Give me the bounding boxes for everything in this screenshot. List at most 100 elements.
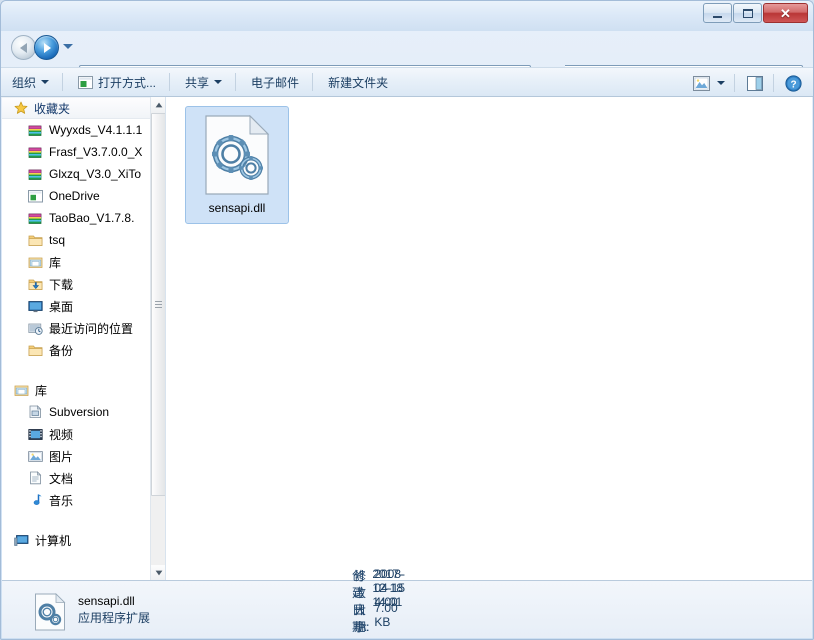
sidebar-item-glxzq[interactable]: Glxzq_V3.0_XiTo bbox=[2, 163, 152, 185]
toolbar-separator bbox=[312, 73, 313, 91]
chevron-down-icon bbox=[717, 81, 725, 85]
archive-icon bbox=[28, 123, 43, 137]
pictures-icon bbox=[28, 450, 43, 463]
computer-icon bbox=[14, 534, 29, 547]
file-name-label: sensapi.dll bbox=[209, 201, 266, 215]
sidebar-item-label: Wyyxds_V4.1.1.1 bbox=[49, 123, 142, 137]
help-button[interactable]: ? bbox=[780, 71, 807, 95]
window-controls: ✕ bbox=[702, 3, 808, 23]
email-button[interactable]: 电子邮件 bbox=[242, 70, 308, 94]
library-icon bbox=[28, 256, 43, 269]
view-options-button[interactable] bbox=[688, 71, 730, 95]
svg-text:?: ? bbox=[790, 79, 796, 90]
sidebar-item-downloads[interactable]: 下载 bbox=[2, 273, 152, 295]
sidebar-item-frasf[interactable]: Frasf_V3.7.0.0_X bbox=[2, 141, 152, 163]
open-with-button[interactable]: 打开方式... bbox=[69, 70, 165, 94]
details-file-name: sensapi.dll bbox=[78, 594, 135, 608]
organize-label: 组织 bbox=[12, 74, 36, 91]
forward-button[interactable] bbox=[34, 35, 59, 60]
toolbar-separator bbox=[773, 74, 774, 92]
sidebar-spacer bbox=[2, 511, 152, 529]
close-button[interactable]: ✕ bbox=[763, 3, 808, 23]
sidebar-scrollbar[interactable] bbox=[150, 97, 165, 581]
view-options-icon bbox=[693, 76, 710, 91]
video-icon bbox=[28, 428, 43, 441]
sidebar-section-libraries[interactable]: 库 bbox=[2, 379, 152, 401]
toolbar-separator bbox=[734, 74, 735, 92]
file-item-sensapi-dll[interactable]: sensapi.dll bbox=[185, 106, 289, 224]
forward-arrow-icon bbox=[44, 43, 51, 53]
sidebar-item-music[interactable]: 音乐 bbox=[2, 489, 152, 511]
sidebar-computer-label: 计算机 bbox=[35, 532, 71, 549]
toolbar-right-group: ? bbox=[686, 71, 807, 95]
sidebar-item-label: tsq bbox=[49, 233, 65, 247]
sidebar-item-label: 音乐 bbox=[49, 492, 73, 509]
maximize-button[interactable] bbox=[733, 3, 762, 23]
sidebar-item-taobao[interactable]: TaoBao_V1.7.8. bbox=[2, 207, 152, 229]
open-with-label: 打开方式... bbox=[98, 74, 156, 91]
details-pane: sensapi.dll 修改日期: 2008-04-15 4:00 创建日期: … bbox=[2, 580, 812, 638]
sidebar-item-desktop[interactable]: 桌面 bbox=[2, 295, 152, 317]
sidebar-item-wyyxds[interactable]: Wyyxds_V4.1.1.1 bbox=[2, 119, 152, 141]
star-icon bbox=[14, 101, 28, 115]
minimize-button[interactable] bbox=[703, 3, 732, 23]
scrollbar-thumb[interactable] bbox=[151, 113, 166, 496]
library-icon bbox=[14, 384, 29, 397]
sidebar-item-backup[interactable]: 备份 bbox=[2, 339, 152, 361]
sidebar-item-label: TaoBao_V1.7.8. bbox=[49, 211, 134, 225]
file-list-pane[interactable]: sensapi.dll bbox=[167, 97, 812, 581]
organize-button[interactable]: 组织 bbox=[3, 70, 58, 94]
archive-icon bbox=[28, 145, 43, 159]
help-icon: ? bbox=[785, 75, 802, 92]
sidebar-item-subversion[interactable]: Subversion bbox=[2, 401, 152, 423]
preview-pane-icon bbox=[747, 76, 763, 91]
details-size-label: 大小: bbox=[354, 601, 369, 635]
navigation-pane: 收藏夹 Wyyxds_V4.1.1.1 bbox=[2, 97, 166, 581]
share-button[interactable]: 共享 bbox=[176, 70, 231, 94]
sidebar-item-pictures[interactable]: 图片 bbox=[2, 445, 152, 467]
archive-icon bbox=[28, 167, 43, 181]
sidebar-item-label: 图片 bbox=[49, 448, 73, 465]
sidebar-item-videos[interactable]: 视频 bbox=[2, 423, 152, 445]
sidebar-item-label: 备份 bbox=[49, 342, 73, 359]
details-file-icon bbox=[34, 593, 66, 634]
sidebar-item-label: Subversion bbox=[49, 405, 109, 419]
sidebar-item-label: Frasf_V3.7.0.0_X bbox=[49, 145, 142, 159]
sidebar-item-label: 最近访问的位置 bbox=[49, 320, 133, 337]
back-button[interactable] bbox=[11, 35, 36, 60]
sidebar-item-label: 桌面 bbox=[49, 298, 73, 315]
sidebar-item-recent-places[interactable]: 最近访问的位置 bbox=[2, 317, 152, 339]
open-with-icon bbox=[78, 76, 93, 89]
folder-icon bbox=[28, 344, 43, 357]
sidebar-item-documents[interactable]: 文档 bbox=[2, 467, 152, 489]
documents-icon bbox=[28, 471, 43, 485]
onedrive-icon bbox=[28, 190, 43, 203]
recent-locations-dropdown[interactable] bbox=[63, 44, 73, 49]
sidebar-section-favorites[interactable]: 收藏夹 bbox=[2, 97, 152, 119]
command-toolbar: 组织 打开方式... 共享 电子邮件 新建文件夹 bbox=[1, 67, 813, 97]
sidebar-item-library-fav[interactable]: 库 bbox=[2, 251, 152, 273]
sidebar-item-onedrive[interactable]: OneDrive bbox=[2, 185, 152, 207]
subversion-icon bbox=[28, 405, 43, 419]
minimize-icon bbox=[713, 16, 722, 18]
new-folder-button[interactable]: 新建文件夹 bbox=[319, 70, 397, 94]
scroll-down-button[interactable] bbox=[151, 565, 166, 581]
sidebar-section-computer[interactable]: 计算机 bbox=[2, 529, 152, 551]
sidebar-spacer bbox=[2, 361, 152, 379]
dll-icon bbox=[204, 115, 270, 195]
toolbar-separator bbox=[62, 73, 63, 91]
sidebar-item-tsq[interactable]: tsq bbox=[2, 229, 152, 251]
scroll-up-button[interactable] bbox=[151, 97, 166, 113]
sidebar-item-label: Glxzq_V3.0_XiTo bbox=[49, 167, 141, 181]
navigation-bar: ▶ 新建文件夹 bbox=[1, 31, 813, 65]
archive-icon bbox=[28, 211, 43, 225]
sidebar-item-label: 文档 bbox=[49, 470, 73, 487]
preview-pane-button[interactable] bbox=[741, 71, 769, 95]
details-size-value: 7.00 KB bbox=[374, 601, 397, 635]
details-text-block: sensapi.dll 修改日期: 2008-04-15 4:00 创建日期: … bbox=[78, 592, 150, 626]
sidebar-favorites-label: 收藏夹 bbox=[34, 100, 70, 117]
chevron-down-icon bbox=[214, 80, 222, 84]
details-size-group: 大小: 7.00 KB bbox=[354, 601, 398, 635]
content-area: 收藏夹 Wyyxds_V4.1.1.1 bbox=[2, 97, 812, 581]
close-icon: ✕ bbox=[780, 7, 791, 20]
